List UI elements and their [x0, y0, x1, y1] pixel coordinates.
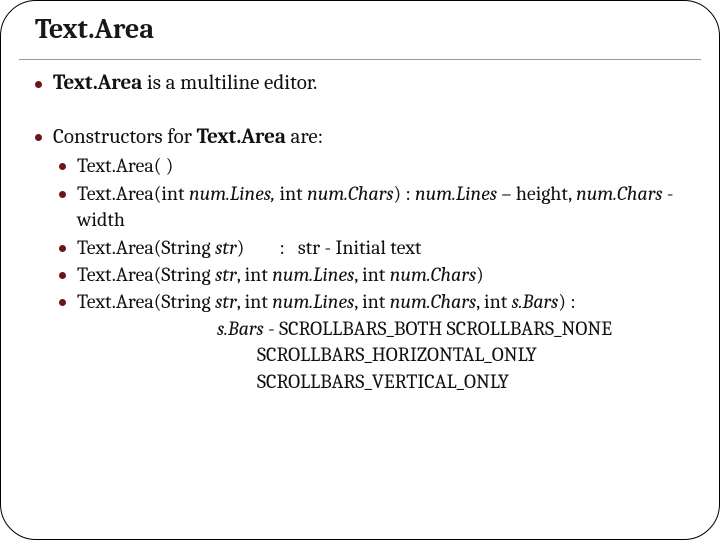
- c3a: Text.Area(String: [77, 236, 215, 259]
- c5e: , int: [354, 290, 390, 313]
- intro-bold: Text.Area: [53, 71, 142, 95]
- intro-rest: is a multiline editor.: [142, 71, 317, 95]
- c2b: num.Lines,: [189, 182, 275, 205]
- sbars-label-a: s.Bars: [217, 317, 264, 340]
- sbars-line3: SCROLLBARS_VERTICAL_ONLY: [77, 369, 691, 395]
- c5h: s.Bars: [512, 290, 559, 313]
- ctor-3: Text.Area(String str) : str - Initial te…: [53, 235, 691, 261]
- slide-title: Text.Area: [35, 13, 691, 45]
- divider: [19, 59, 701, 60]
- sbars-label-b: - SCROLLBARS_BOTH SCROLLBARS_NONE: [264, 317, 612, 340]
- c2h: num.Chars: [576, 182, 662, 205]
- ctor-2: Text.Area(int num.Lines, int num.Chars) …: [53, 181, 691, 234]
- slide-frame: Text.Area Text.Area is a multiline edito…: [0, 0, 720, 540]
- ctor-prefix: Constructors for: [53, 125, 197, 149]
- sbars-line1: s.Bars - SCROLLBARS_BOTH SCROLLBARS_NONE: [77, 316, 691, 342]
- c3-desc: : str - Initial text: [244, 236, 421, 259]
- ctor-1-text: Text.Area( ): [77, 154, 173, 177]
- c5a: Text.Area(String: [77, 290, 215, 313]
- c4g: ): [476, 263, 484, 286]
- c4c: , int: [237, 263, 273, 286]
- c4d: num.Lines: [272, 263, 354, 286]
- c5f: num.Chars: [390, 290, 476, 313]
- c5b: str: [215, 290, 237, 313]
- c5i: ) :: [558, 290, 575, 313]
- c5d: num.Lines: [272, 290, 354, 313]
- c5c: , int: [237, 290, 273, 313]
- c3b: str: [215, 236, 237, 259]
- bullet-intro: Text.Area is a multiline editor.: [29, 70, 691, 98]
- c2d: num.Chars: [307, 182, 393, 205]
- c2c: int: [275, 182, 307, 205]
- ctor-1: Text.Area( ): [53, 153, 691, 179]
- ctor-suffix: are:: [286, 125, 323, 149]
- c2e: ) :: [394, 182, 416, 205]
- c4e: , int: [354, 263, 390, 286]
- sbars-line2: SCROLLBARS_HORIZONTAL_ONLY: [77, 342, 691, 368]
- c2g: – height,: [497, 182, 576, 205]
- c5g: , int: [476, 290, 512, 313]
- bullet-constructors: Constructors for Text.Area are: Text.Are…: [29, 124, 691, 395]
- ctor-5: Text.Area(String str, int num.Lines, int…: [53, 289, 691, 395]
- content-list: Text.Area is a multiline editor. Constru…: [29, 70, 691, 395]
- c4b: str: [215, 263, 237, 286]
- constructor-list: Text.Area( ) Text.Area(int num.Lines, in…: [53, 153, 691, 395]
- c4f: num.Chars: [390, 263, 476, 286]
- ctor-4: Text.Area(String str, int num.Lines, int…: [53, 262, 691, 288]
- c4a: Text.Area(String: [77, 263, 215, 286]
- c2a: Text.Area(int: [77, 182, 189, 205]
- ctor-bold: Text.Area: [197, 125, 286, 149]
- c2f: num.Lines: [415, 182, 497, 205]
